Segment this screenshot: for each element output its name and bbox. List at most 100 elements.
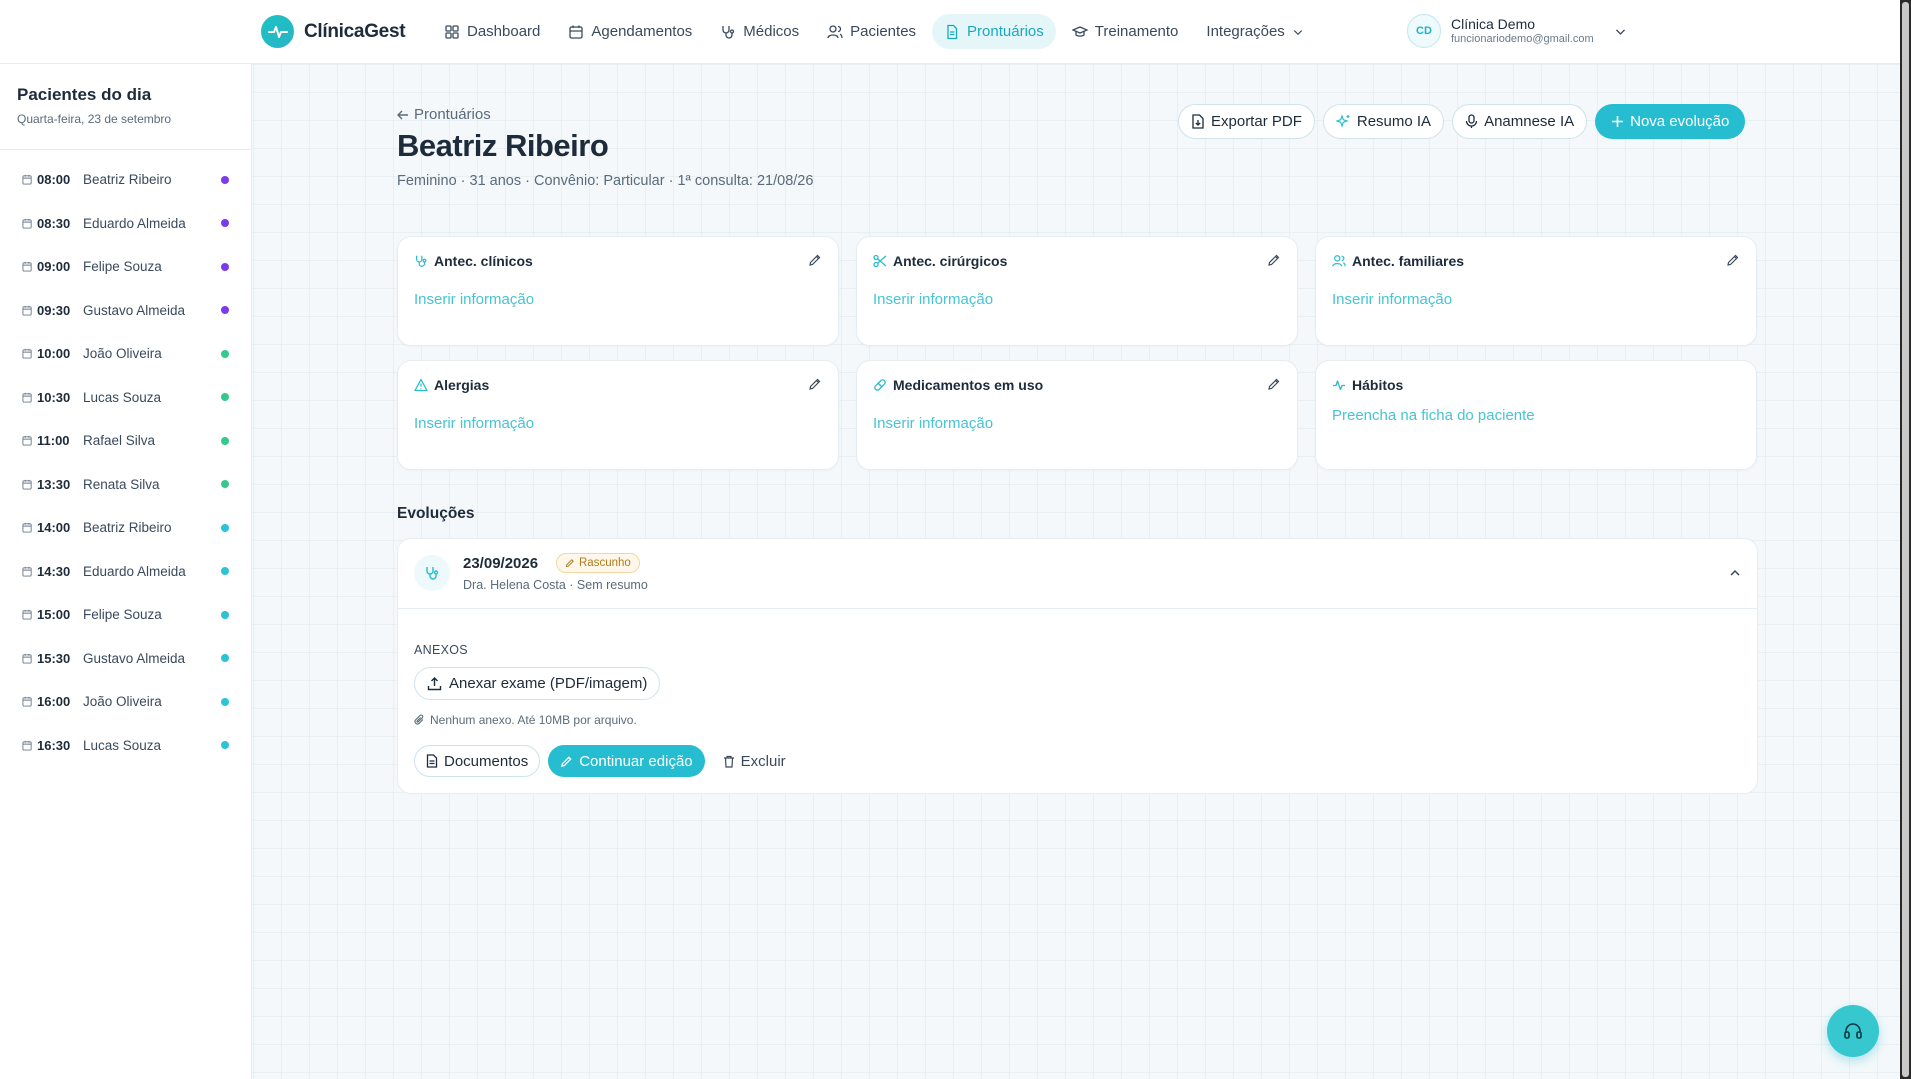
- plus-icon: [1612, 116, 1624, 127]
- appointment-time: 10:30: [37, 389, 71, 405]
- scrollbar[interactable]: [1900, 0, 1911, 1079]
- list-item[interactable]: 14:30 Eduardo Almeida: [0, 550, 251, 594]
- list-item[interactable]: 16:30 Lucas Souza: [0, 724, 251, 768]
- documentos-label: Documentos: [444, 752, 529, 770]
- appointment-time: 15:30: [37, 650, 71, 666]
- card-header: Alergias: [414, 377, 822, 393]
- list-item[interactable]: 16:00 João Oliveira: [0, 680, 251, 724]
- list-item[interactable]: 15:00 Felipe Souza: [0, 593, 251, 637]
- chevron-up-icon[interactable]: [1729, 567, 1741, 579]
- list-item[interactable]: 11:00 Rafael Silva: [0, 419, 251, 463]
- stethoscope-icon: [416, 255, 427, 267]
- list-item[interactable]: 10:30 Lucas Souza: [0, 376, 251, 420]
- insert-info-link[interactable]: Inserir informação: [1332, 291, 1452, 308]
- nav-label: Prontuários: [967, 23, 1044, 40]
- nav-item-prontuarios[interactable]: Prontuários: [932, 14, 1056, 49]
- pencil-icon[interactable]: [1267, 377, 1281, 391]
- pencil-icon[interactable]: [1726, 253, 1740, 267]
- back-link[interactable]: Prontuários: [397, 106, 491, 123]
- help-fab[interactable]: [1827, 1005, 1879, 1057]
- status-dot: [221, 219, 229, 228]
- appointment-patient: Rafael Silva: [83, 433, 156, 449]
- chevron-down-icon: [1615, 28, 1625, 35]
- excluir-button[interactable]: Excluir: [713, 745, 796, 777]
- list-item[interactable]: 09:00 Felipe Souza: [0, 245, 251, 289]
- calendar-clock-icon: [22, 653, 32, 664]
- list-item[interactable]: 08:00 Beatriz Ribeiro: [0, 158, 251, 202]
- document-icon: [947, 24, 958, 39]
- user-info: Clínica Demo funcionariodemo@gmail.com: [1451, 16, 1594, 46]
- appointment-patient: Eduardo Almeida: [83, 563, 186, 579]
- insert-info-link[interactable]: Inserir informação: [414, 415, 534, 432]
- list-item[interactable]: 08:30 Eduardo Almeida: [0, 202, 251, 246]
- nav-label: Médicos: [743, 23, 800, 40]
- appointment-patient: Felipe Souza: [83, 259, 162, 275]
- continuar-edicao-button[interactable]: Continuar edição: [548, 745, 705, 777]
- top-navbar: ClínicaGest Dashboard Agendamentos Médic…: [0, 0, 1900, 64]
- calendar-clock-icon: [22, 523, 32, 533]
- export-pdf-button[interactable]: Exportar PDF: [1178, 104, 1315, 139]
- nav-item-agendamentos[interactable]: Agendamentos: [556, 14, 704, 49]
- calendar-clock-icon: [22, 436, 32, 446]
- attach-exam-button[interactable]: Anexar exame (PDF/imagem): [414, 667, 661, 700]
- nav-item-medicos[interactable]: Médicos: [708, 14, 811, 49]
- page-title: Beatriz Ribeiro: [397, 128, 609, 163]
- list-item[interactable]: 10:00 João Oliveira: [0, 332, 251, 376]
- appointment-patient: Beatriz Ribeiro: [83, 520, 172, 536]
- trash-icon: [723, 755, 734, 768]
- sidebar-date: Quarta-feira, 23 de setembro: [17, 112, 172, 126]
- attachments-label: ANEXOS: [414, 643, 468, 657]
- fill-patient-record-link[interactable]: Preencha na ficha do paciente: [1332, 407, 1535, 424]
- appointment-time: 14:30: [37, 563, 71, 579]
- insert-info-link[interactable]: Inserir informação: [873, 415, 993, 432]
- evolution-header[interactable]: 23/09/2026 Rascunho Dra. Helena Costa · …: [398, 539, 1757, 609]
- appointment-patient: Renata Silva: [83, 476, 160, 492]
- anamnese-ia-button[interactable]: Anamnese IA: [1452, 104, 1588, 139]
- avatar: CD: [1407, 14, 1441, 48]
- nav-item-treinamento[interactable]: Treinamento: [1060, 14, 1191, 49]
- nav-item-integracoes[interactable]: Integrações: [1194, 14, 1315, 49]
- nova-evolucao-button[interactable]: Nova evolução: [1595, 104, 1746, 139]
- status-badge-label: Rascunho: [579, 557, 631, 569]
- calendar-clock-icon: [22, 566, 32, 577]
- scrollbar-thumb[interactable]: [1902, 2, 1909, 1077]
- resumo-ia-button[interactable]: Resumo IA: [1322, 104, 1445, 139]
- resumo-ia-label: Resumo IA: [1356, 113, 1432, 130]
- user-menu[interactable]: CD Clínica Demo funcionariodemo@gmail.co…: [1407, 14, 1627, 48]
- attach-exam-label: Anexar exame (PDF/imagem): [449, 675, 648, 692]
- list-item[interactable]: 13:30 Renata Silva: [0, 463, 251, 507]
- nav-item-pacientes[interactable]: Pacientes: [815, 14, 928, 49]
- appointment-time: 14:00: [37, 520, 71, 536]
- user-name: Clínica Demo: [1451, 16, 1536, 32]
- card-header: Antec. familiares: [1332, 253, 1740, 269]
- back-label: Prontuários: [414, 106, 491, 123]
- card-header: Antec. clínicos: [414, 253, 822, 269]
- card-header: Antec. cirúrgicos: [873, 253, 1281, 269]
- insert-info-link[interactable]: Inserir informação: [414, 291, 534, 308]
- card-antec-clinicos: Antec. clínicos Inserir informação: [397, 236, 839, 346]
- evolution-card: 23/09/2026 Rascunho Dra. Helena Costa · …: [397, 538, 1758, 794]
- pencil-icon[interactable]: [808, 377, 822, 391]
- evolution-date: 23/09/2026: [463, 555, 539, 572]
- calendar-clock-icon: [22, 175, 32, 185]
- sparkles-icon: [1335, 114, 1350, 128]
- headset-icon: [1844, 1023, 1862, 1039]
- brand[interactable]: ClínicaGest: [261, 15, 406, 48]
- list-item[interactable]: 15:30 Gustavo Almeida: [0, 637, 251, 681]
- appointment-patient: João Oliveira: [83, 694, 162, 710]
- insert-info-link[interactable]: Inserir informação: [873, 291, 993, 308]
- main-content: Prontuários Beatriz Ribeiro Feminino · 3…: [253, 64, 1900, 1079]
- pencil-icon[interactable]: [808, 253, 822, 267]
- dashboard-icon: [445, 24, 459, 39]
- pencil-icon[interactable]: [1267, 253, 1281, 267]
- pill-icon: [874, 379, 886, 391]
- appointment-time: 13:30: [37, 476, 71, 492]
- list-item[interactable]: 09:30 Gustavo Almeida: [0, 289, 251, 333]
- continuar-edicao-label: Continuar edição: [579, 752, 693, 770]
- documentos-button[interactable]: Documentos: [414, 745, 541, 777]
- status-dot: [221, 349, 229, 358]
- list-item[interactable]: 14:00 Beatriz Ribeiro: [0, 506, 251, 550]
- nav-item-dashboard[interactable]: Dashboard: [432, 14, 552, 49]
- users-icon: [827, 24, 843, 38]
- status-dot: [221, 436, 229, 445]
